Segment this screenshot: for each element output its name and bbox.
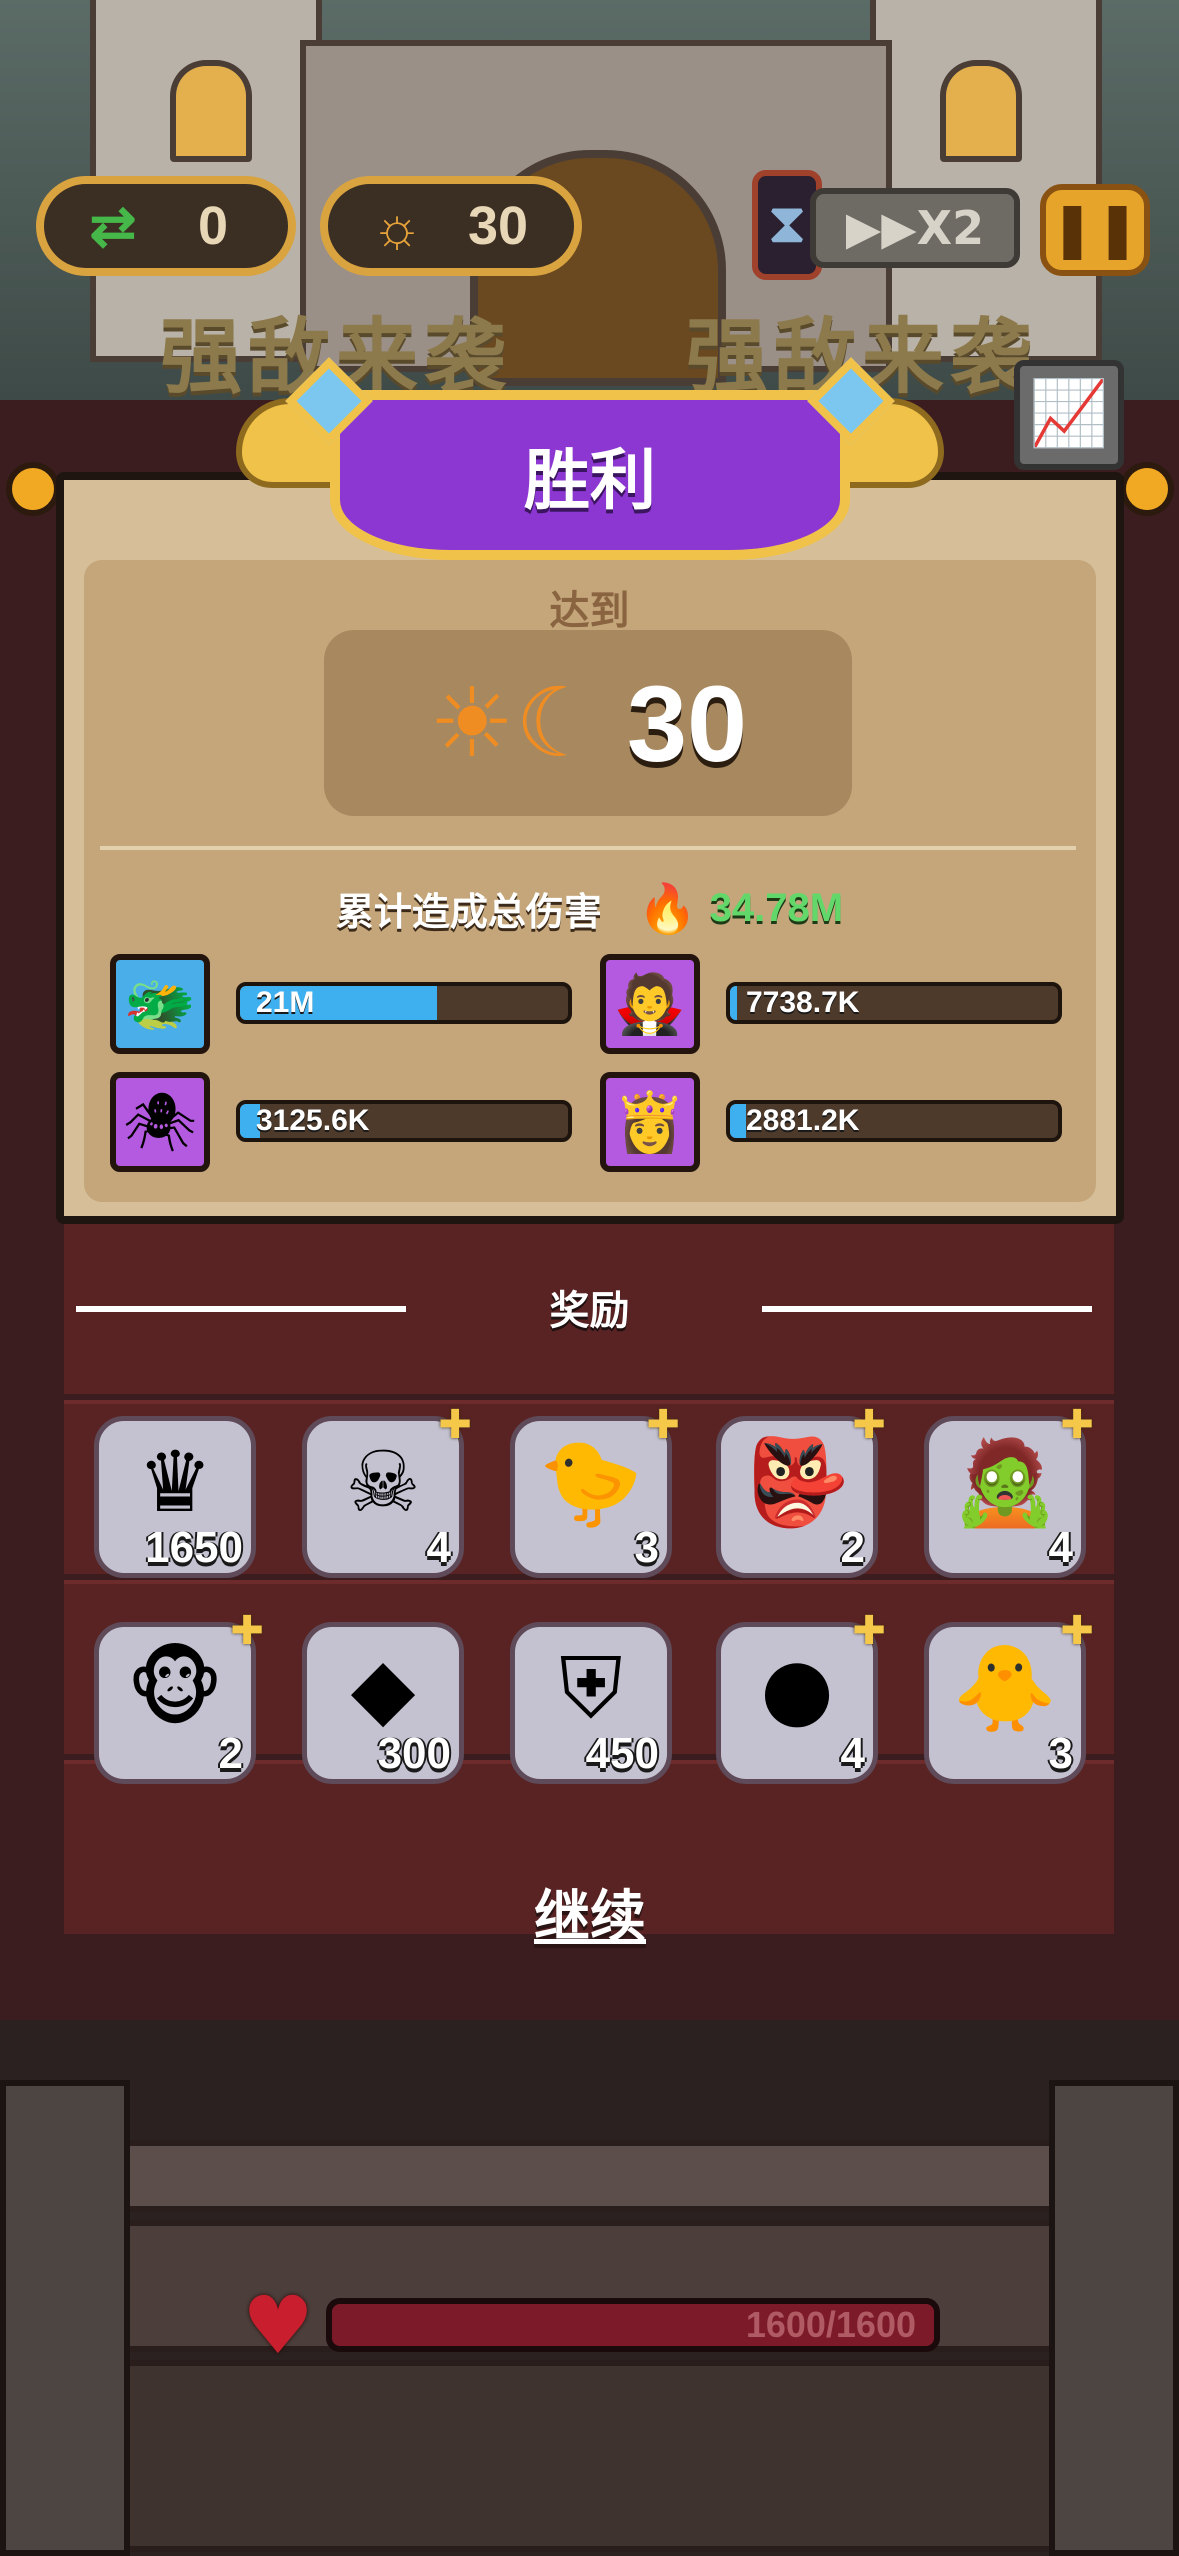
castle-health-bar: 1600/1600 (326, 2298, 940, 2352)
stats-chart-button[interactable]: 📈 (1014, 360, 1124, 470)
sun-moon-icon: ☼ (371, 194, 423, 258)
reached-label: 达到 (549, 588, 630, 634)
puzzle-piece-icon: ✚ (646, 1402, 680, 1448)
castle-window (940, 60, 1022, 162)
reward-card[interactable]: ● 4 ✚ (716, 1609, 886, 1784)
reward-quantity: 3 (634, 1523, 659, 1572)
swap-arrows-icon: ⇄ (89, 194, 137, 257)
heart-icon: ♥ (242, 2279, 314, 2372)
wall-pillar-left (0, 2080, 130, 2556)
yellow-chick-icon: 🐥 (952, 1639, 1058, 1737)
reward-quantity: 4 (840, 1729, 865, 1778)
puzzle-piece-icon: ✚ (1060, 1608, 1094, 1654)
puzzle-piece-icon: ✚ (230, 1608, 264, 1654)
puzzle-piece-icon: ✚ (1060, 1402, 1094, 1448)
continue-button[interactable]: 继续 (480, 1872, 700, 1952)
day-count: 30 (467, 196, 529, 256)
victory-title: 胜利 (524, 442, 656, 519)
puzzle-piece-icon: ✚ (852, 1402, 886, 1448)
monkey-icon: 🐵 (126, 1639, 224, 1737)
castle-health-text: 1600/1600 (745, 2304, 916, 2345)
hero-damage-value: 3125.6K (256, 1104, 370, 1137)
vampire-icon[interactable]: 🧛 (600, 954, 700, 1054)
ice-queen-icon[interactable]: 👸 (600, 1072, 700, 1172)
spider-demon-icon[interactable]: 🕷 (110, 1072, 210, 1172)
reward-card[interactable]: 🐵 2 ✚ (94, 1609, 264, 1784)
swap-count: 0 (197, 196, 229, 256)
shield-emblem-icon: ⛨ (559, 1639, 623, 1737)
victory-title-banner: 胜利 (330, 390, 850, 560)
reward-card[interactable]: ♛ 1650 (94, 1416, 256, 1578)
total-damage-row: 累计造成总伤害 🔥 34.78M (0, 880, 1179, 937)
fire-icon: 🔥 (637, 881, 698, 937)
rewards-title: 奖励 (549, 1288, 630, 1334)
wall-band (120, 2360, 1072, 2552)
hero-damage-fill (730, 1104, 747, 1138)
goblin-icon: 👺 (744, 1433, 850, 1531)
mummy-icon: 🧟 (952, 1433, 1058, 1531)
skull-mage-icon: ☠ (345, 1433, 421, 1531)
reward-quantity: 3 (1048, 1729, 1073, 1778)
pause-icon: ❚❚ (1049, 197, 1141, 260)
reward-card[interactable]: ◆ 300 (302, 1622, 464, 1784)
reward-quantity: 2 (840, 1523, 865, 1572)
reached-box: ☀☾ 30 (324, 630, 852, 816)
bar-chart-icon: 📈 (1029, 377, 1109, 451)
scroll-knob-left (6, 462, 60, 516)
castle-window (170, 60, 252, 162)
reward-card[interactable]: 🐥 3 ✚ (924, 1609, 1094, 1784)
reward-quantity: 4 (426, 1523, 451, 1572)
wall-pillar-right (1049, 2080, 1179, 2556)
sun-moon-icon: ☀☾ (428, 667, 601, 779)
reward-quantity: 1650 (145, 1523, 243, 1572)
reward-card[interactable]: ☠ 4 ✚ (302, 1403, 472, 1578)
hero-damage-fill (730, 986, 737, 1020)
speed-x2-button[interactable]: ▶▶X2 (810, 188, 1020, 268)
hero-damage-bar: 2881.2K (726, 1100, 1062, 1142)
total-damage-label: 累计造成总伤害 (335, 890, 602, 934)
green-slime-icon: ● (760, 1639, 834, 1737)
hooded-bird-icon: 🐤 (538, 1433, 644, 1531)
hero-damage-value: 7738.7K (746, 986, 860, 1019)
hero-damage-bar: 3125.6K (236, 1100, 572, 1142)
scroll-knob-right (1120, 462, 1174, 516)
crown-coin-icon: ♛ (137, 1433, 213, 1531)
swap-counter: ⇄ 0 (36, 176, 296, 276)
reward-card[interactable]: 🧟 4 ✚ (924, 1403, 1094, 1578)
blue-crystal-icon: ◆ (350, 1639, 416, 1737)
day-counter: ☼ 30 (320, 176, 582, 276)
hero-damage-bar: 7738.7K (726, 982, 1062, 1024)
reward-card[interactable]: ⛨ 450 (510, 1622, 672, 1784)
hero-damage-value: 2881.2K (746, 1104, 860, 1137)
castle-wall-bottom (0, 2020, 1179, 2556)
panel-divider (100, 846, 1076, 850)
puzzle-piece-icon: ✚ (438, 1402, 472, 1448)
reached-value: 30 (626, 662, 748, 784)
reward-card[interactable]: 🐤 3 ✚ (510, 1403, 680, 1578)
hero-damage-value: 21M (256, 986, 315, 1019)
puzzle-piece-icon: ✚ (852, 1608, 886, 1654)
pause-button[interactable]: ❚❚ (1040, 184, 1150, 276)
reward-quantity: 450 (585, 1729, 659, 1778)
reward-quantity: 300 (377, 1729, 451, 1778)
wall-band (120, 2140, 1072, 2212)
hero-damage-bar: 21M (236, 982, 572, 1024)
reward-card[interactable]: 👺 2 ✚ (716, 1403, 886, 1578)
dragon-warrior-icon[interactable]: 🐲 (110, 954, 210, 1054)
reward-quantity: 4 (1048, 1523, 1073, 1572)
total-damage-value: 34.78M (709, 886, 844, 930)
reward-quantity: 2 (218, 1729, 243, 1778)
